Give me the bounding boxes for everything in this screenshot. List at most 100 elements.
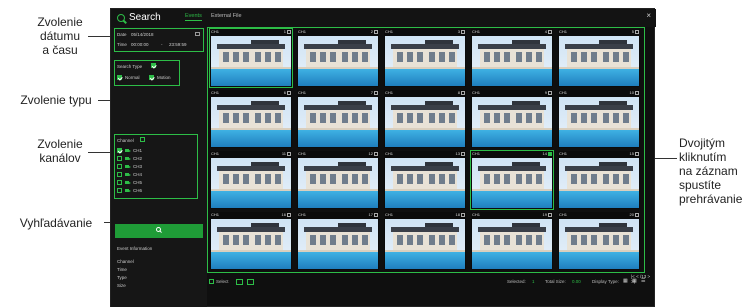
thumbnail-checkbox[interactable]: [635, 29, 639, 34]
thumbnail-checkbox[interactable]: [374, 151, 378, 156]
house-pool-image: [559, 158, 639, 208]
thumbnail-number: 18: [455, 212, 460, 217]
thumbnail-checkbox[interactable]: [287, 29, 291, 34]
thumbnail-checkbox[interactable]: [374, 90, 378, 95]
house-pool-image: [385, 97, 465, 147]
thumbnail-checkbox[interactable]: [548, 29, 552, 34]
event-thumbnail[interactable]: CH1 10: [558, 90, 640, 148]
event-thumbnail[interactable]: CH1 13: [384, 151, 466, 209]
close-icon[interactable]: ×: [646, 11, 651, 20]
thumbnail-channel-label: CH1: [211, 151, 220, 156]
thumbnail-number: 14: [542, 151, 547, 156]
backup-button[interactable]: [247, 279, 254, 285]
event-thumbnail[interactable]: CH1 20: [558, 212, 640, 270]
camera-icon: [125, 173, 131, 176]
event-thumbnail[interactable]: CH1 18: [384, 212, 466, 270]
grid-4-view-icon[interactable]: ▦: [623, 278, 628, 284]
event-thumbnail[interactable]: CH1 19: [471, 212, 553, 270]
thumbnail-checkbox[interactable]: [635, 90, 639, 95]
event-thumbnail[interactable]: CH1 17: [297, 212, 379, 270]
ch5-checkbox[interactable]: [117, 180, 122, 185]
event-thumbnail[interactable]: CH1 4: [471, 29, 553, 87]
selected-value: 1: [532, 279, 535, 284]
thumbnail-checkbox[interactable]: [548, 90, 552, 95]
thumbnail-checkbox[interactable]: [374, 29, 378, 34]
thumbnail-channel-label: CH1: [385, 151, 394, 156]
callout-line-4: spustíte: [679, 178, 722, 192]
callout-line-1: Zvolenie: [37, 137, 83, 151]
display-type-label: Display Type:: [592, 279, 619, 284]
thumbnail-checkbox[interactable]: [461, 151, 465, 156]
event-thumbnail[interactable]: CH1 3: [384, 29, 466, 87]
date-label: Date: [117, 32, 127, 37]
motion-label: Motion: [157, 75, 171, 80]
tab-external-file[interactable]: External File: [211, 13, 242, 19]
thumbnail-checkbox[interactable]: [287, 151, 291, 156]
thumbnail-channel-label: CH1: [472, 90, 481, 95]
thumbnail-checkbox[interactable]: [635, 212, 639, 217]
search-type-label: Search Type: [117, 64, 143, 69]
list-view-icon[interactable]: ☰: [641, 278, 645, 284]
thumbnail-checkbox[interactable]: [461, 29, 465, 34]
house-pool-image: [472, 158, 552, 208]
event-thumbnail[interactable]: CH1 1: [209, 28, 293, 88]
thumbnail-number: 7: [370, 90, 373, 95]
sidebar: Date 05/14/2018 Time 00:00:00 - 23:59:59…: [111, 27, 207, 307]
event-thumbnail[interactable]: CH1 14: [470, 150, 554, 210]
motion-checkbox[interactable]: [149, 75, 154, 80]
event-thumbnail[interactable]: CH1 5: [558, 29, 640, 87]
header-bar: Search Events External File ×: [111, 9, 656, 27]
house-pool-image: [298, 219, 378, 269]
event-thumbnail[interactable]: CH1 15: [558, 151, 640, 209]
normal-checkbox[interactable]: [117, 75, 122, 80]
search-button[interactable]: [115, 224, 203, 238]
ch6-checkbox[interactable]: [117, 188, 122, 193]
callout-search: Vyhľadávanie: [4, 216, 108, 230]
search-icon: [156, 227, 161, 232]
ch3-checkbox[interactable]: [117, 164, 122, 169]
thumbnail-checkbox[interactable]: [461, 90, 465, 95]
play-button[interactable]: [236, 279, 243, 285]
time-end-field[interactable]: 23:59:59: [169, 42, 187, 47]
thumbnail-channel-label: CH1: [559, 90, 568, 95]
ch2-checkbox[interactable]: [117, 156, 122, 161]
ch1-checkbox[interactable]: [117, 148, 122, 153]
thumbnail-checkbox[interactable]: [548, 212, 552, 217]
date-field[interactable]: 05/14/2018: [131, 32, 154, 37]
time-start-field[interactable]: 00:00:00: [131, 42, 149, 47]
thumbnail-checkbox[interactable]: [287, 90, 291, 95]
event-thumbnail[interactable]: CH1 9: [471, 90, 553, 148]
channel-all-checkbox[interactable]: [140, 137, 145, 142]
ch4-checkbox[interactable]: [117, 172, 122, 177]
thumbnail-checkbox[interactable]: [461, 212, 465, 217]
thumbnail-checkbox[interactable]: [374, 212, 378, 217]
callout-line-1: Zvolenie: [37, 15, 83, 29]
thumbnail-number: 16: [281, 212, 286, 217]
event-thumbnail[interactable]: CH1 6: [210, 90, 292, 148]
event-thumbnail[interactable]: CH1 12: [297, 151, 379, 209]
calendar-icon[interactable]: [195, 32, 200, 36]
thumbnail-channel-label: CH1: [211, 90, 220, 95]
callout-line-2: kliknutím: [679, 150, 727, 164]
thumbnail-checkbox[interactable]: [287, 212, 291, 217]
thumbnail-channel-label: CH1: [298, 90, 307, 95]
thumbnail-number: 13: [455, 151, 460, 156]
event-thumbnail[interactable]: CH1 8: [384, 90, 466, 148]
search-type-all-checkbox[interactable]: [151, 63, 156, 68]
channel-label: Channel: [117, 138, 134, 143]
thumbnail-checkbox[interactable]: [548, 151, 552, 156]
page-title: Search: [117, 12, 161, 23]
tab-events[interactable]: Events: [185, 13, 202, 21]
thumbnail-number: 20: [629, 212, 634, 217]
grid-9-view-icon[interactable]: ▦: [632, 278, 637, 284]
select-all-checkbox[interactable]: [209, 279, 214, 284]
event-thumbnail[interactable]: CH1 11: [210, 151, 292, 209]
thumbnail-number: 1: [283, 29, 286, 34]
thumbnail-number: 10: [629, 90, 634, 95]
callout-line-5: prehrávanie: [679, 192, 743, 206]
event-thumbnail[interactable]: CH1 7: [297, 90, 379, 148]
ch2-label: CH2: [133, 156, 143, 161]
event-thumbnail[interactable]: CH1 2: [297, 29, 379, 87]
thumbnail-checkbox[interactable]: [635, 151, 639, 156]
event-thumbnail[interactable]: CH1 16: [210, 212, 292, 270]
